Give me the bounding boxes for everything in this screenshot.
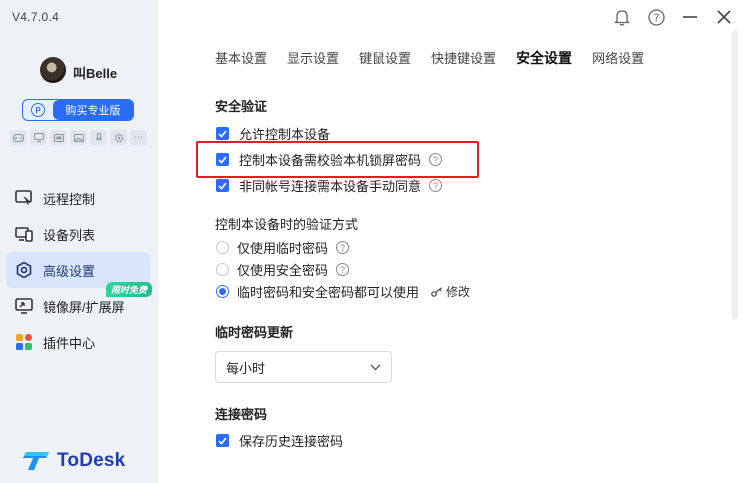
tab-keyboard-mouse[interactable]: 键鼠设置	[359, 48, 411, 68]
temp-password-interval-select[interactable]: 每小时	[215, 351, 392, 383]
sidebar-item-remote-control[interactable]: 远程控制	[6, 180, 150, 216]
question-icon[interactable]: ?	[336, 241, 350, 254]
tab-network[interactable]: 网络设置	[592, 48, 644, 68]
option-label: 保存历史连接密码	[239, 434, 344, 449]
option-label: 仅使用临时密码	[237, 241, 329, 256]
screen-icon[interactable]	[50, 130, 67, 145]
save-history-password-checkbox[interactable]: 保存历史连接密码	[216, 431, 343, 450]
username[interactable]: 叫Belle	[73, 63, 117, 82]
option-label: 临时密码和安全密码都可以使用	[237, 285, 420, 300]
todesk-logo: ToDesk	[22, 449, 125, 473]
bell-icon[interactable]	[612, 7, 632, 27]
radio-selected[interactable]	[216, 285, 229, 298]
sidebar-item-device-list[interactable]: 设备列表	[6, 216, 150, 252]
settings-tabs: 基本设置 显示设置 键鼠设置 快捷键设置 安全设置 网络设置	[215, 48, 644, 68]
select-value: 每小时	[226, 360, 266, 376]
radio-security-only[interactable]: 仅使用安全密码 ?	[216, 260, 350, 279]
sidebar-item-label: 高级设置	[43, 263, 96, 279]
red-highlight-box	[196, 141, 479, 178]
plugin-center-icon	[14, 332, 34, 352]
logo-text: ToDesk	[57, 450, 126, 471]
tab-shortcuts[interactable]: 快捷键设置	[431, 48, 496, 68]
feature-icon-row: ⋯	[10, 130, 147, 145]
temp-password-title: 临时密码更新	[215, 325, 294, 340]
window-controls: ?	[612, 7, 734, 27]
minimize-icon[interactable]	[680, 7, 700, 27]
more-icon[interactable]: ⋯	[130, 130, 147, 145]
sidebar-item-mirror-screen[interactable]: 镜像屏/扩展屏 限时免费	[6, 282, 152, 324]
radio-both[interactable]: 临时密码和安全密码都可以使用 修改	[216, 282, 470, 301]
manual-approve-checkbox[interactable]: 非同帐号连接需本设备手动同意 ?	[216, 176, 443, 195]
tab-basic[interactable]: 基本设置	[215, 48, 267, 68]
limited-free-badge: 限时免费	[105, 282, 152, 297]
device-list-icon	[14, 224, 34, 244]
radio-temp-only[interactable]: 仅使用临时密码 ?	[216, 238, 350, 257]
option-label: 仅使用安全密码	[237, 263, 329, 278]
tab-display[interactable]: 显示设置	[287, 48, 339, 68]
version-label: V4.7.0.4	[12, 10, 60, 24]
monitor-icon[interactable]	[30, 130, 47, 145]
sidebar-nav: 远程控制 设备列表 高级设置 镜像屏/扩展屏 限时免费 插件中心	[6, 180, 152, 360]
sidebar-item-label: 插件中心	[43, 335, 96, 351]
mirror-screen-icon	[14, 296, 34, 316]
image-icon[interactable]	[70, 130, 87, 145]
avatar[interactable]	[40, 57, 66, 83]
verify-method-title: 控制本设备时的验证方式	[215, 217, 359, 232]
checkbox-checked[interactable]	[216, 434, 229, 447]
sidebar-item-label: 镜像屏/扩展屏	[43, 299, 125, 315]
gear-icon[interactable]	[110, 130, 127, 145]
advanced-settings-icon	[14, 260, 34, 280]
modify-label: 修改	[446, 285, 471, 299]
question-icon[interactable]: ?	[429, 179, 443, 192]
modify-link[interactable]: 修改	[431, 283, 470, 300]
security-verification-title: 安全验证	[215, 99, 268, 114]
connect-password-title: 连接密码	[215, 407, 268, 422]
close-icon[interactable]	[714, 7, 734, 27]
todesk-logo-icon	[23, 452, 49, 470]
option-label: 非同帐号连接需本设备手动同意	[239, 179, 422, 194]
chevron-down-icon	[370, 364, 381, 370]
help-icon[interactable]: ?	[646, 7, 666, 27]
sidebar-item-label: 设备列表	[43, 227, 96, 243]
scrollbar[interactable]	[732, 30, 738, 320]
tab-security[interactable]: 安全设置	[516, 48, 572, 68]
gamepad-icon[interactable]	[10, 130, 27, 145]
radio-unselected[interactable]	[216, 263, 229, 276]
question-icon[interactable]: ?	[336, 263, 350, 276]
pro-p-icon: P	[23, 100, 53, 120]
sidebar-item-plugin-center[interactable]: 插件中心	[6, 324, 150, 360]
sidebar-item-label: 远程控制	[43, 191, 96, 207]
radio-unselected[interactable]	[216, 241, 229, 254]
checkbox-checked[interactable]	[216, 179, 229, 192]
checkbox-checked[interactable]	[216, 127, 229, 140]
microphone-icon[interactable]	[90, 130, 107, 145]
svg-text:?: ?	[653, 11, 659, 24]
buy-pro-button[interactable]: P 购买专业版	[22, 99, 134, 121]
remote-control-icon	[14, 188, 34, 208]
buy-pro-label: 购买专业版	[53, 100, 133, 120]
sidebar: V4.7.0.4 叫Belle P 购买专业版 ⋯ 远程控制 设备列表 高级设置…	[0, 0, 158, 483]
key-icon	[431, 286, 442, 297]
